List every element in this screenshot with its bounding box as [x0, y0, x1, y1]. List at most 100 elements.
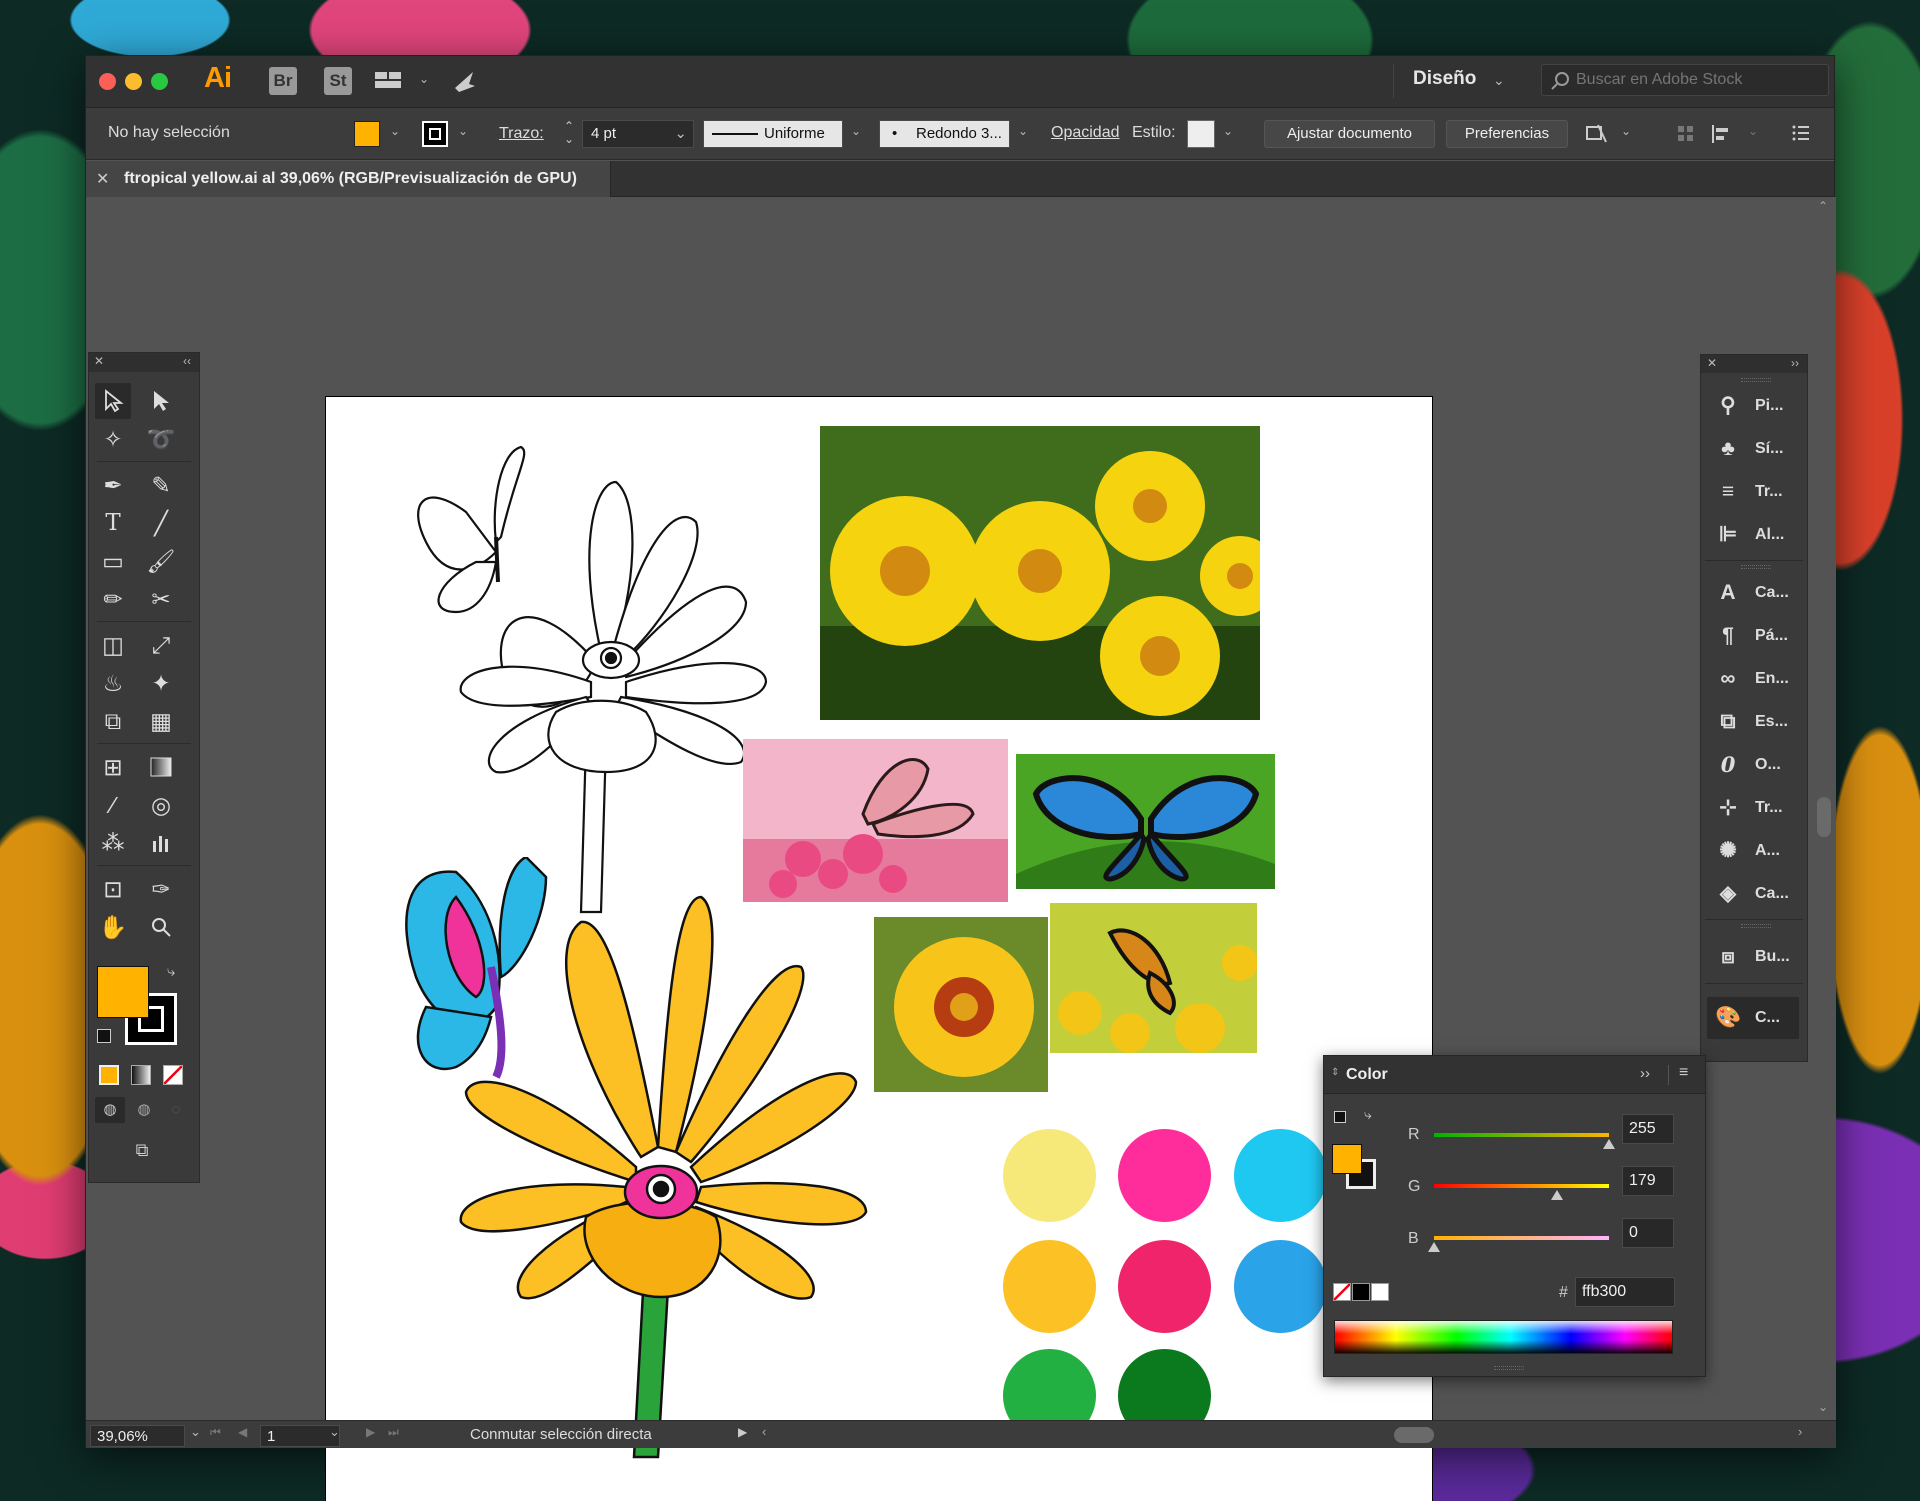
default-colors-icon[interactable]: [97, 1029, 111, 1043]
panel-paragraph[interactable]: ¶ Pá...: [1701, 615, 1807, 657]
panel-links[interactable]: ∞ En...: [1701, 658, 1807, 700]
rectangle-tool-icon[interactable]: ▭: [95, 543, 131, 579]
variable-width-profile[interactable]: Uniforme: [703, 120, 843, 148]
blend-tool-icon[interactable]: ◎: [143, 787, 179, 823]
chevron-down-icon[interactable]: ⌄: [1493, 72, 1505, 89]
swatch-circle[interactable]: [1234, 1129, 1327, 1222]
warp-tool-icon[interactable]: ♨: [95, 665, 131, 701]
distribute-icon[interactable]: [1710, 123, 1734, 150]
vertical-scrollbar[interactable]: ⌃ ⌄: [1813, 197, 1836, 1420]
swap-colors-icon[interactable]: ⤷: [167, 963, 175, 980]
panel-menu-icon[interactable]: [1791, 124, 1811, 147]
screen-mode-icon[interactable]: ⧉: [125, 1137, 159, 1163]
status-menu-icon[interactable]: ▶: [738, 1425, 747, 1439]
magic-wand-tool-icon[interactable]: ✧: [95, 421, 131, 457]
zoom-tool-icon[interactable]: [143, 909, 179, 945]
mesh-tool-icon[interactable]: ⊞: [95, 749, 131, 785]
zoom-level-input[interactable]: 39,06%: [90, 1425, 185, 1447]
none-mode-icon[interactable]: [163, 1065, 183, 1085]
panel-artboards[interactable]: ⧉ Es...: [1701, 701, 1807, 743]
preferences-button[interactable]: Preferencias: [1446, 120, 1568, 148]
panel-layers[interactable]: ◈ Ca...: [1701, 873, 1807, 915]
draw-behind-icon[interactable]: ◍: [129, 1097, 159, 1123]
red-slider[interactable]: [1434, 1133, 1615, 1149]
scroll-right-icon[interactable]: ›: [1798, 1424, 1802, 1439]
scroll-down-icon[interactable]: ⌄: [1818, 1400, 1828, 1414]
scroll-up-icon[interactable]: ⌃: [1818, 199, 1828, 213]
close-window-button[interactable]: [99, 73, 116, 90]
curvature-tool-icon[interactable]: ✎: [143, 467, 179, 503]
close-icon[interactable]: ✕: [96, 169, 109, 189]
chevron-down-icon[interactable]: ⌄: [458, 124, 468, 138]
search-input[interactable]: [1576, 70, 1816, 90]
chevron-down-icon[interactable]: ⌄: [851, 124, 861, 138]
quick-actions-icon[interactable]: [1584, 122, 1610, 151]
opacity-link[interactable]: Opacidad: [1051, 124, 1120, 142]
close-icon[interactable]: ✕: [94, 354, 104, 368]
panel-pathfinder[interactable]: ⧈ Bu...: [1701, 936, 1807, 978]
last-artboard-icon[interactable]: ⏭: [388, 1425, 399, 1440]
swap-colors-icon[interactable]: ⤷: [1364, 1106, 1372, 1123]
hex-input[interactable]: ffb300: [1575, 1277, 1675, 1307]
type-tool-icon[interactable]: T: [95, 505, 131, 541]
paintbrush-tool-icon[interactable]: 🖌: [143, 543, 179, 579]
stock-search[interactable]: [1541, 64, 1829, 96]
previous-artboard-icon[interactable]: ◀: [238, 1425, 247, 1439]
fill-color-box[interactable]: [97, 966, 149, 1018]
photo-blue-morpho[interactable]: [1016, 754, 1275, 889]
line-tool-icon[interactable]: ╱: [143, 505, 179, 541]
fill-swatch[interactable]: [354, 121, 380, 147]
default-colors-icon[interactable]: [1334, 1111, 1346, 1123]
chevron-down-icon[interactable]: ⌄: [329, 1424, 340, 1440]
stock-button[interactable]: St: [324, 67, 352, 95]
stroke-weight-dropdown[interactable]: 4 pt ⌄: [582, 120, 694, 148]
photo-yellow-flower[interactable]: [874, 917, 1048, 1092]
gradient-mode-icon[interactable]: [131, 1065, 151, 1085]
stroke-swatch[interactable]: [422, 121, 448, 147]
photo-yellow-daisies[interactable]: [820, 426, 1260, 720]
chevron-down-icon[interactable]: ⌄: [390, 124, 400, 138]
swatch-circle[interactable]: [1118, 1240, 1211, 1333]
panel-puppet-warp[interactable]: ⚲ Pi...: [1701, 385, 1807, 427]
green-slider[interactable]: [1434, 1184, 1609, 1200]
artboard[interactable]: [325, 396, 1433, 1501]
eyedropper-tool-icon[interactable]: ⁄: [95, 787, 131, 823]
canvas-area[interactable]: ✕ ‹‹ ✧ ➰ ✒ ✎ T ╱ ▭ 🖌 ✏ ✂ ◫ ⤢ ♨ ✦ ⧉ ▦ ⊞ ⁄…: [86, 197, 1836, 1501]
align-icon[interactable]: [1676, 123, 1696, 150]
selection-tool-icon[interactable]: [95, 383, 131, 419]
perspective-grid-tool-icon[interactable]: ▦: [143, 703, 179, 739]
panel-color[interactable]: 🎨 C...: [1707, 997, 1799, 1039]
stroke-stepper-icon[interactable]: ⌃ ⌄: [559, 120, 579, 148]
close-icon[interactable]: ✕: [1707, 356, 1717, 370]
white-swatch[interactable]: [1371, 1283, 1389, 1301]
chevron-down-icon[interactable]: ⌄: [1621, 124, 1631, 138]
swatch-circle[interactable]: [1003, 1129, 1096, 1222]
color-spectrum[interactable]: [1334, 1320, 1673, 1354]
reflect-tool-icon[interactable]: ◫: [95, 627, 131, 663]
pen-tool-icon[interactable]: ✒: [95, 467, 131, 503]
swatch-circle[interactable]: [1234, 1240, 1327, 1333]
artboard-number-input[interactable]: 1: [260, 1425, 340, 1447]
black-swatch[interactable]: [1352, 1283, 1370, 1301]
lasso-tool-icon[interactable]: ➰: [143, 421, 179, 457]
panel-opentype[interactable]: 0 O...: [1701, 744, 1807, 786]
scale-tool-icon[interactable]: ⤢: [143, 627, 179, 663]
first-artboard-icon[interactable]: ⏮: [210, 1425, 221, 1440]
chevron-down-icon[interactable]: ⌄: [419, 72, 429, 86]
puppet-warp-tool-icon[interactable]: ✦: [143, 665, 179, 701]
hand-tool-icon[interactable]: ✋: [95, 909, 131, 945]
direct-selection-tool-icon[interactable]: [143, 383, 179, 419]
collapse-panel-icon[interactable]: ‹‹: [183, 354, 191, 368]
panel-menu-icon[interactable]: ≡: [1679, 1064, 1688, 1082]
collapse-panel-icon[interactable]: ››: [1640, 1065, 1650, 1082]
zoom-window-button[interactable]: [151, 73, 168, 90]
gpu-performance-icon[interactable]: [451, 68, 479, 96]
red-value-input[interactable]: 255: [1622, 1114, 1674, 1144]
chevron-down-icon[interactable]: ⌄: [1223, 124, 1233, 138]
none-swatch[interactable]: [1333, 1283, 1351, 1301]
panel-character[interactable]: A Ca...: [1701, 572, 1807, 614]
artboard-tool-icon[interactable]: ⊡: [95, 871, 131, 907]
blue-value-input[interactable]: 0: [1622, 1218, 1674, 1248]
panel-transform[interactable]: ⊹ Tr...: [1701, 787, 1807, 829]
scroll-left-icon[interactable]: ‹: [762, 1424, 766, 1439]
